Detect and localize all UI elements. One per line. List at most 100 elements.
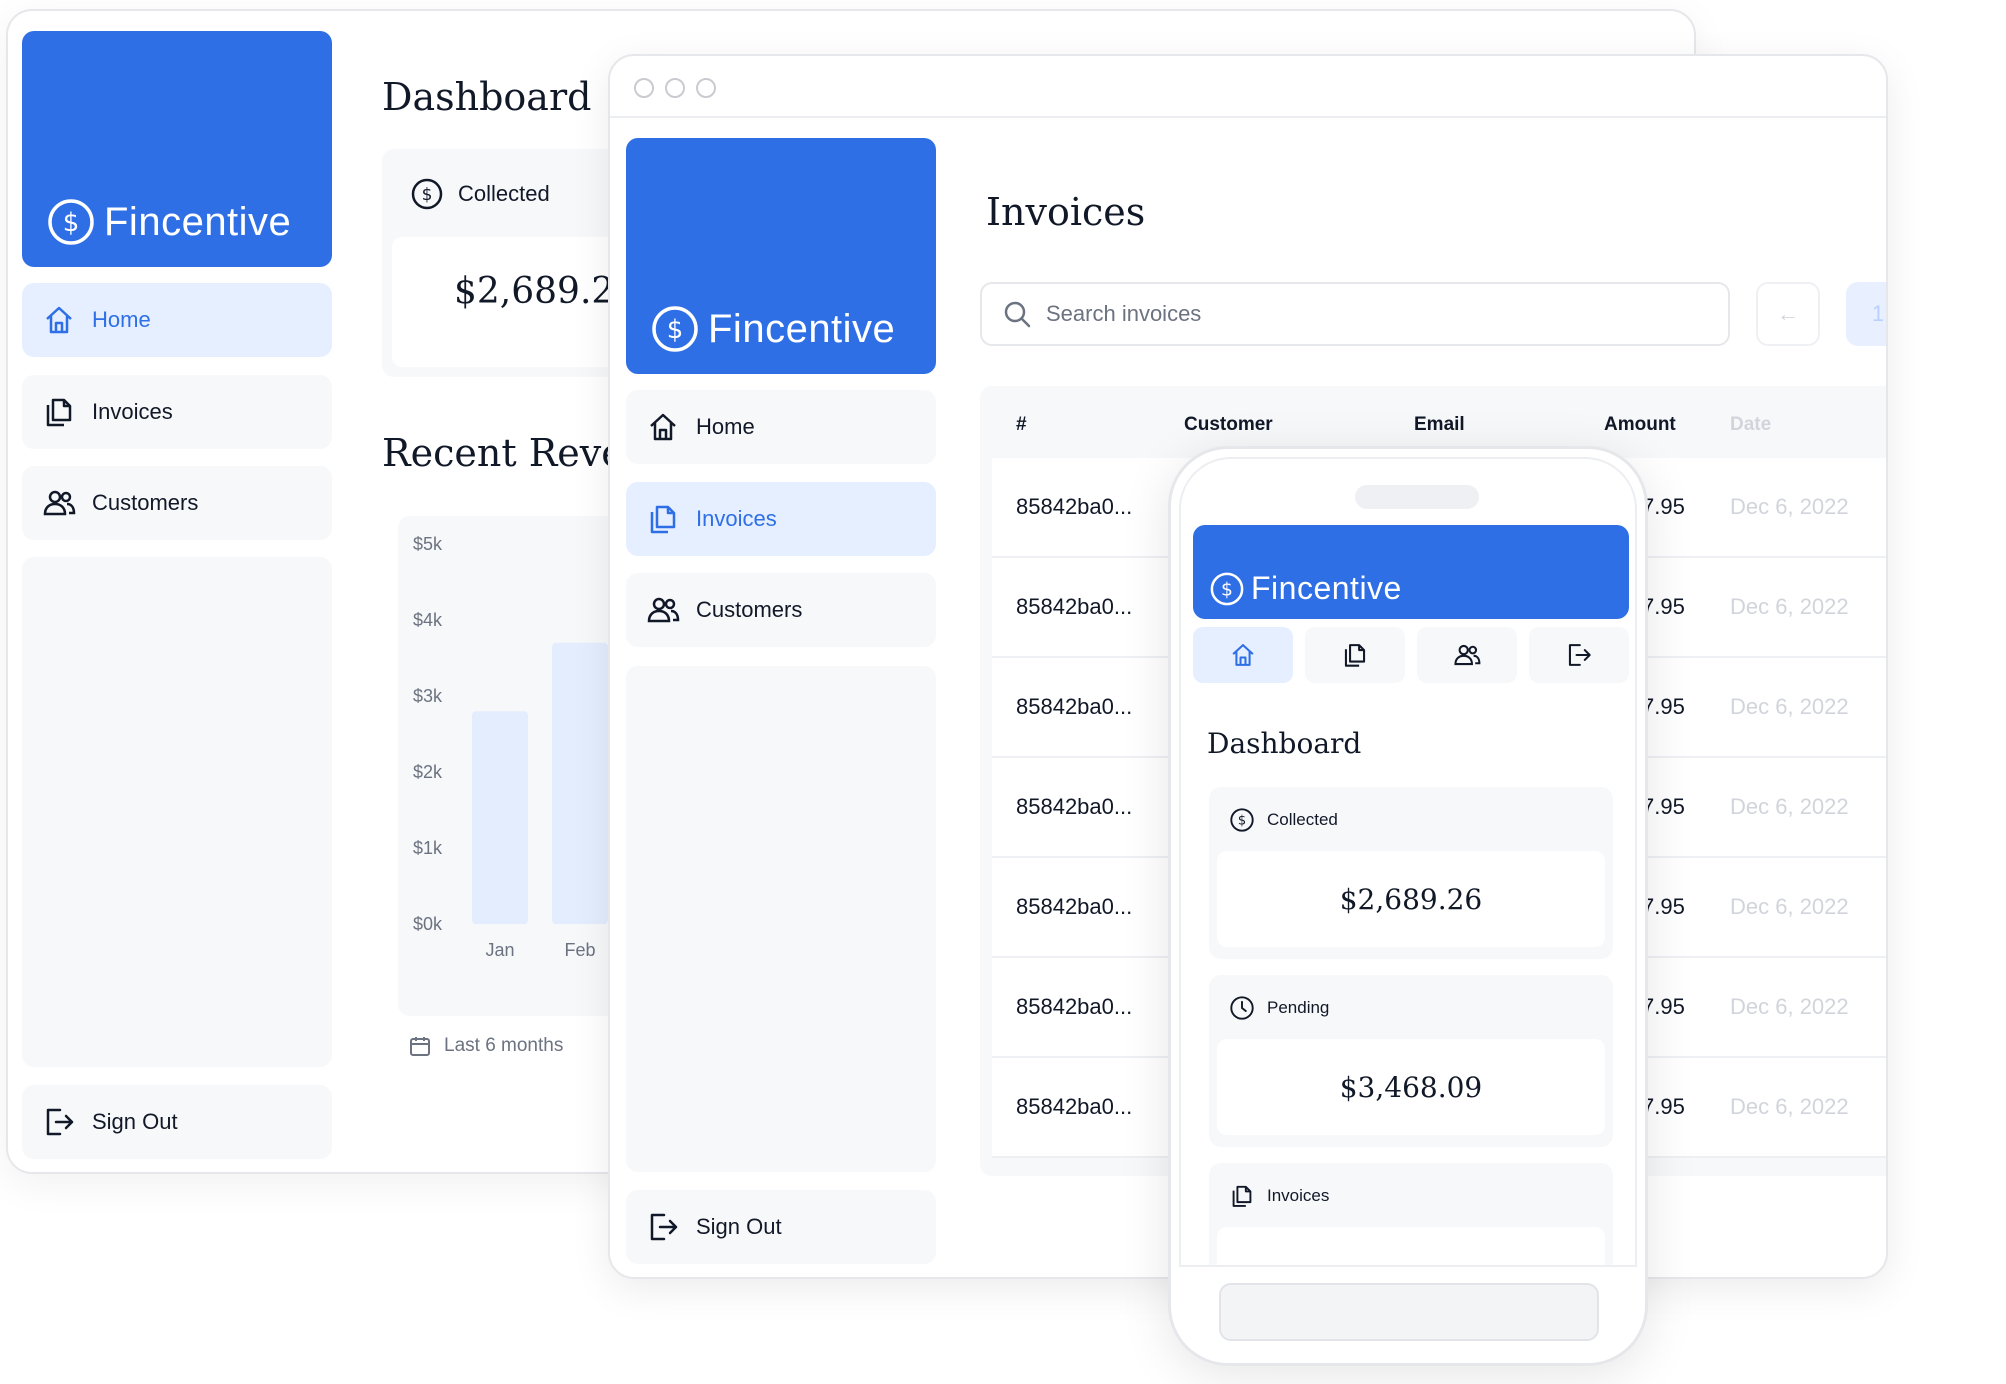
search-input[interactable]: Search invoices	[980, 282, 1730, 346]
mobile-device: $ Fincentive Dashboard $ Collected $2,68…	[1168, 446, 1648, 1366]
invoice-date: Dec 6, 2022	[1730, 694, 1849, 719]
column-header: Email	[1414, 414, 1465, 435]
sidebar-item-invoices[interactable]: Invoices	[22, 375, 332, 449]
invoice-amount: 7.95	[1642, 794, 1685, 819]
y-tick-label: $0k	[413, 914, 443, 934]
dollar-icon: $	[1230, 808, 1254, 832]
invoice-amount: 7.95	[1642, 1094, 1685, 1119]
window-maximize-button[interactable]	[696, 78, 716, 98]
sign-out-button[interactable]: Sign Out	[22, 1085, 332, 1159]
pending-card: Pending $3,468.09	[1209, 975, 1613, 1147]
card-label: Collected	[1267, 810, 1338, 829]
sidebar-item-label: Home	[696, 414, 755, 439]
brand-logo[interactable]: $ Fincentive	[626, 138, 936, 374]
column-header: Date	[1730, 414, 1772, 435]
invoice-amount: 7.95	[1642, 994, 1685, 1019]
sign-out-button[interactable]: Sign Out	[626, 1190, 936, 1264]
invoice-amount: 7.95	[1642, 694, 1685, 719]
sidebar-item-customers[interactable]: Customers	[626, 573, 936, 647]
x-tick-label: Jan	[485, 940, 514, 956]
y-tick-label: $1k	[413, 838, 443, 858]
sidebar-item-home[interactable]: Home	[626, 390, 936, 464]
home-icon	[1232, 644, 1254, 666]
invoice-amount: 7.95	[1642, 594, 1685, 619]
invoice-date: Dec 6, 2022	[1730, 594, 1849, 619]
window-close-button[interactable]	[634, 78, 654, 98]
invoices-icon	[1344, 644, 1366, 667]
arrow-left-icon: ←	[1777, 301, 1799, 326]
revenue-bar[interactable]	[472, 711, 528, 924]
invoice-amount: 7.95	[1642, 894, 1685, 919]
dollar-icon: $	[411, 178, 443, 210]
y-tick-label: $4k	[413, 610, 443, 630]
clock-icon	[1230, 996, 1254, 1020]
phone-home-bar[interactable]	[1219, 1283, 1599, 1341]
sidebar-item-label: Customers	[92, 490, 199, 515]
page-title: Dashboard	[1207, 727, 1362, 760]
dollar-circle-icon: $	[48, 199, 94, 245]
page-1-button[interactable]: 1	[1846, 282, 1886, 346]
customers-icon	[1454, 644, 1481, 666]
tab-home[interactable]	[1193, 627, 1293, 683]
sidebar-spacer	[626, 666, 936, 1172]
invoice-id: 85842ba0...	[1016, 894, 1133, 919]
invoice-date: Dec 6, 2022	[1730, 994, 1849, 1019]
revenue-footer: Last 6 months	[408, 1034, 563, 1058]
brand-logo[interactable]: $ Fincentive	[22, 31, 332, 267]
card-label: Pending	[1267, 998, 1330, 1017]
invoice-id: 85842ba0...	[1016, 594, 1133, 619]
invoices-icon	[650, 505, 676, 534]
prev-page-button[interactable]: ←	[1756, 282, 1820, 346]
customers-icon	[43, 490, 76, 516]
sidebar-item-invoices[interactable]: Invoices	[626, 482, 936, 556]
invoice-date: Dec 6, 2022	[1730, 494, 1849, 519]
sign-out-label: Sign Out	[92, 1109, 178, 1134]
sign-out-label: Sign Out	[696, 1214, 782, 1239]
tab-invoices[interactable]	[1305, 627, 1405, 683]
invoice-date: Dec 6, 2022	[1730, 894, 1849, 919]
revenue-bar[interactable]	[552, 642, 608, 924]
y-tick-label: $5k	[413, 534, 443, 554]
invoice-date: Dec 6, 2022	[1730, 794, 1849, 819]
page-number: 1	[1871, 301, 1885, 326]
window-minimize-button[interactable]	[665, 78, 685, 98]
y-tick-label: $2k	[413, 762, 443, 782]
sidebar-item-label: Invoices	[696, 506, 777, 531]
svg-text:$: $	[1238, 814, 1246, 829]
invoices-card: Invoices 22	[1209, 1163, 1613, 1265]
home-icon	[46, 306, 72, 334]
y-tick-label: $3k	[413, 686, 443, 706]
phone-notch	[1355, 485, 1479, 509]
svg-text:$: $	[1221, 579, 1233, 600]
brand-name: Fincentive	[104, 199, 292, 244]
svg-text:$: $	[63, 208, 80, 238]
invoice-id: 85842ba0...	[1016, 1094, 1133, 1119]
sign-out-icon	[46, 1108, 74, 1136]
sign-out-icon	[1568, 644, 1591, 666]
invoices-icon	[1232, 1185, 1252, 1207]
brand-logo[interactable]: $ Fincentive	[1193, 525, 1629, 619]
card-label: Invoices	[1267, 1186, 1330, 1205]
svg-text:$: $	[422, 185, 433, 205]
invoice-id: 85842ba0...	[1016, 694, 1133, 719]
sidebar-item-customers[interactable]: Customers	[22, 466, 332, 540]
brand-name: Fincentive	[1251, 570, 1402, 606]
column-header: #	[1016, 414, 1027, 435]
tab-sign-out[interactable]	[1529, 627, 1629, 683]
revenue-footer-label: Last 6 months	[444, 1035, 564, 1056]
sidebar-item-label: Home	[92, 307, 151, 332]
page-title: Invoices	[986, 190, 1146, 234]
page-title: Dashboard	[382, 75, 592, 119]
dollar-circle-icon: $	[1210, 572, 1244, 605]
dollar-circle-icon: $	[652, 306, 698, 352]
home-icon	[650, 413, 676, 441]
invoice-amount: 7.95	[1642, 494, 1685, 519]
card-value: $2,689.26	[1217, 851, 1605, 947]
tab-customers[interactable]	[1417, 627, 1517, 683]
calendar-icon	[410, 1037, 430, 1056]
column-header: Amount	[1604, 414, 1676, 435]
column-header: Customer	[1184, 414, 1273, 435]
card-value: $3,468.09	[1217, 1039, 1605, 1135]
sidebar-item-label: Invoices	[92, 399, 173, 424]
sidebar-item-home[interactable]: Home	[22, 283, 332, 357]
